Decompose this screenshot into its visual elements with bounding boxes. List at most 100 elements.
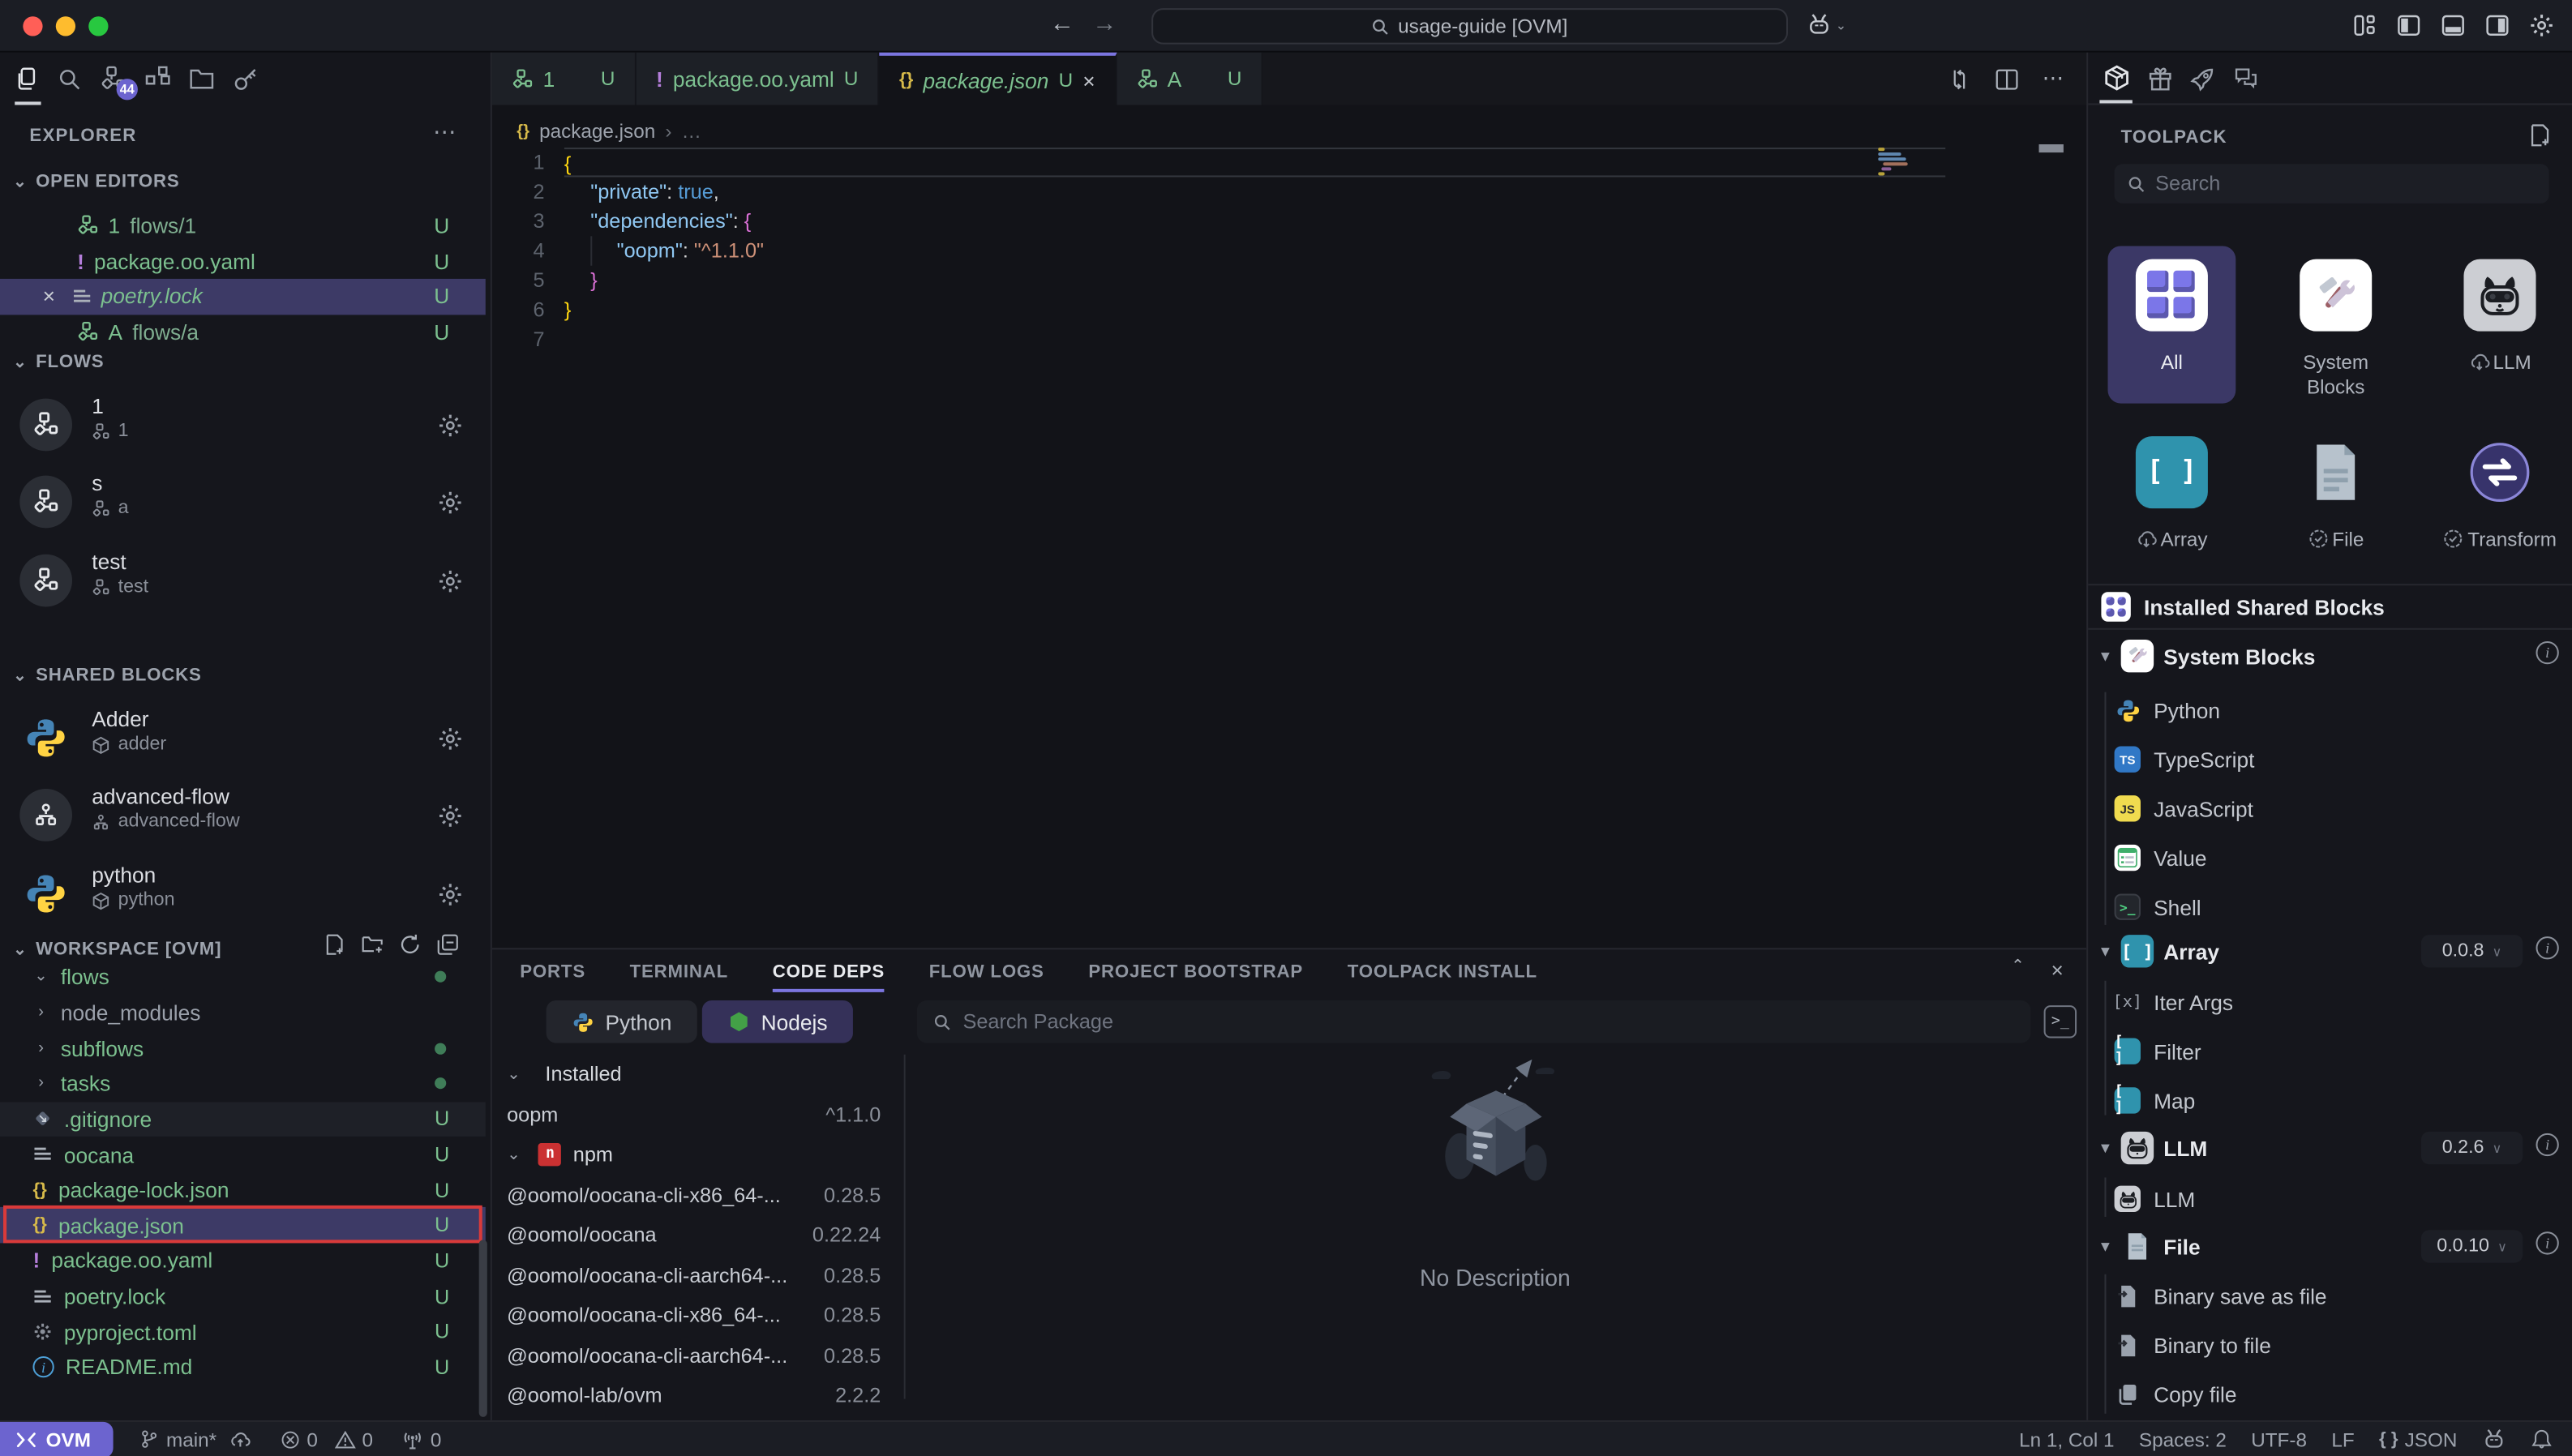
editor-scrollbar-thumb[interactable] [2039, 144, 2064, 152]
package-row[interactable]: @oomol/oocana-cli-aarch64-...0.28.5 [492, 1256, 904, 1296]
flows-section-header[interactable]: ⌄FLOWS [13, 353, 104, 372]
toggle-left-panel-icon[interactable] [2397, 13, 2421, 37]
settings-gear-icon[interactable] [2529, 13, 2553, 37]
package-row[interactable]: oopm^1.1.0 [492, 1094, 904, 1135]
gear-icon[interactable] [438, 803, 462, 828]
bell-icon[interactable] [2531, 1428, 2552, 1450]
open-editor-item[interactable]: 1 flows/1 U [0, 208, 486, 243]
block-item-llm[interactable]: LLM [2088, 1174, 2572, 1223]
minimize-traffic-light[interactable] [56, 16, 75, 36]
encoding-item[interactable]: UTF-8 [2251, 1428, 2307, 1450]
info-icon[interactable]: i [2536, 1231, 2558, 1254]
sidebar-scrollbar[interactable] [479, 1240, 487, 1416]
tree-folder-tasks[interactable]: ›tasks [0, 1066, 486, 1102]
toolpack-search-field[interactable] [2115, 164, 2549, 203]
git-branch-item[interactable]: main* [140, 1428, 251, 1450]
new-file-icon[interactable] [324, 933, 346, 956]
blocks-panel-icon[interactable] [144, 66, 170, 92]
tree-file-poetry-lock[interactable]: poetry.lockU [0, 1278, 486, 1314]
shared-block-item[interactable]: Adder adder [0, 700, 486, 777]
key-panel-icon[interactable] [233, 66, 259, 92]
tab-flow-logs[interactable]: FLOW LOGS [929, 949, 1044, 994]
compare-changes-icon[interactable] [1947, 66, 1971, 91]
toolpack-card-array[interactable]: [ ] Array [2108, 423, 2236, 580]
block-item-binary-save-as-file[interactable]: Binary save as file [2088, 1271, 2572, 1321]
customize-layout-icon[interactable] [2352, 13, 2377, 37]
group-system-blocks[interactable]: ▼ System Blocks i [2088, 636, 2572, 676]
package-row[interactable]: @oomol/oocana0.22.24 [492, 1215, 904, 1256]
mascot-menu[interactable]: ⌄ [1806, 13, 1846, 36]
tab-ports[interactable]: PORTS [520, 949, 585, 994]
tab-code-deps[interactable]: CODE DEPS [773, 949, 885, 994]
problems-item[interactable]: 0 0 [281, 1428, 373, 1450]
package-search-input[interactable] [962, 1010, 2014, 1033]
package-row[interactable]: @oomol/oocana-cli-x86_64-...0.28.5 [492, 1295, 904, 1336]
tree-folder-flows[interactable]: ⌄flows [0, 959, 486, 995]
gear-icon[interactable] [438, 726, 462, 751]
split-editor-icon[interactable] [1995, 66, 2019, 91]
toolpack-card-file[interactable]: File [2272, 423, 2400, 580]
tree-file-gitignore[interactable]: .gitignoreU [0, 1102, 486, 1137]
tree-file-readme[interactable]: iREADME.mdU [0, 1350, 486, 1385]
tree-file-package-json-selected[interactable]: {}package.jsonU [0, 1208, 486, 1244]
gear-icon[interactable] [438, 882, 462, 906]
tree-file-oocana[interactable]: oocanaU [0, 1137, 486, 1172]
block-item-binary-to-file[interactable]: Binary to file [2088, 1320, 2572, 1369]
shared-block-item[interactable]: advanced-flow advanced-flow [0, 777, 486, 854]
code-editor[interactable]: 1{ 2"private": true, 3"dependencies": { … [492, 148, 2086, 354]
chat-tab-icon[interactable] [2232, 66, 2258, 90]
open-editors-header[interactable]: ⌄OPEN EDITORS [13, 172, 179, 191]
block-item-shell[interactable]: >_Shell [2088, 882, 2572, 931]
gift-tab-icon[interactable] [2147, 65, 2173, 91]
tree-folder-node-modules[interactable]: ›node_modules [0, 995, 486, 1030]
toolpack-card-llm[interactable]: LLM [2436, 246, 2564, 403]
tab-project-bootstrap[interactable]: PROJECT BOOTSTRAP [1088, 949, 1303, 994]
toolpack-card-all[interactable]: All [2108, 246, 2236, 403]
tree-folder-subflows[interactable]: ›subflows [0, 1030, 486, 1066]
toggle-right-panel-icon[interactable] [2485, 13, 2510, 37]
mascot-status-icon[interactable] [2482, 1428, 2506, 1450]
block-item-python[interactable]: Python [2088, 686, 2572, 735]
close-traffic-light[interactable] [23, 16, 42, 36]
block-item-copy-file[interactable]: Copy file [2088, 1369, 2572, 1419]
block-item-javascript[interactable]: JSJavaScript [2088, 784, 2572, 833]
tab-package-json-active[interactable]: {} package.json U × [880, 53, 1117, 105]
folder-panel-icon[interactable] [189, 67, 215, 90]
flows-panel-icon[interactable]: 44 [100, 66, 126, 92]
array-version-select[interactable]: 0.0.8∨ [2421, 935, 2523, 967]
cursor-position-item[interactable]: Ln 1, Col 1 [2019, 1428, 2114, 1450]
info-icon[interactable]: i [2536, 936, 2558, 959]
indentation-item[interactable]: Spaces: 2 [2139, 1428, 2227, 1450]
installed-group-row[interactable]: ⌄Installed [492, 1055, 904, 1095]
breadcrumb[interactable]: {} package.json › … [517, 118, 701, 144]
refresh-icon[interactable] [399, 933, 422, 956]
terminal-run-icon[interactable]: >_ [2044, 1005, 2077, 1038]
workspace-section-header[interactable]: ⌄WORKSPACE [OVM] [13, 940, 221, 959]
collapse-all-icon[interactable] [436, 933, 459, 956]
package-search-field[interactable] [917, 1000, 2031, 1043]
toggle-bottom-panel-icon[interactable] [2441, 13, 2465, 37]
remote-workspace-badge[interactable]: OVM [0, 1421, 114, 1456]
package-row[interactable]: @oomol/oocana-cli-x86_64-...0.28.5 [492, 1175, 904, 1215]
minimap[interactable] [1878, 148, 1918, 177]
tab-package-oo-yaml[interactable]: ! package.oo.yaml U [637, 53, 880, 105]
llm-version-select[interactable]: 0.2.6∨ [2421, 1132, 2523, 1164]
maximize-traffic-light[interactable] [88, 16, 108, 36]
block-item-map[interactable]: [ ]Map [2088, 1076, 2572, 1125]
panel-close-icon[interactable]: × [2051, 957, 2064, 982]
forward-button[interactable]: → [1092, 10, 1117, 37]
search-panel-icon[interactable] [58, 66, 82, 91]
ports-item[interactable]: 0 [402, 1428, 441, 1450]
create-toolpack-icon[interactable] [2527, 123, 2552, 148]
explorer-files-icon[interactable] [15, 66, 39, 92]
block-item-filter[interactable]: [ ]Filter [2088, 1026, 2572, 1076]
flow-list-item[interactable]: s a [0, 464, 486, 541]
block-item-value[interactable]: Value [2088, 833, 2572, 883]
eol-item[interactable]: LF [2331, 1428, 2354, 1450]
shared-blocks-section-header[interactable]: ⌄SHARED BLOCKS [13, 666, 202, 685]
rocket-tab-icon[interactable] [2190, 65, 2216, 91]
panel-maximize-icon[interactable]: ⌃ [2011, 957, 2025, 982]
nodejs-filter-button[interactable]: Nodejs [702, 1000, 854, 1043]
toolpack-card-transform[interactable]: Transform [2436, 423, 2564, 580]
npm-group-row[interactable]: ⌄nnpm [492, 1135, 904, 1176]
